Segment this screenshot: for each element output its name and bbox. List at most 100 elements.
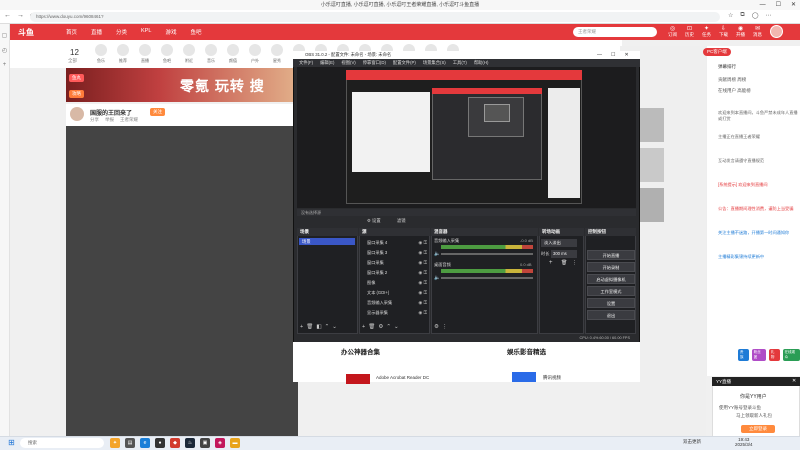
nav-yuba[interactable]: 鱼吧	[190, 28, 201, 36]
source-item[interactable]: 图像 ◉ ⚿	[361, 278, 427, 287]
copilot-icon[interactable]: ✦	[110, 438, 120, 448]
transition-select[interactable]: 淡入淡出	[541, 239, 577, 247]
filter-icon[interactable]: ◧	[316, 324, 321, 330]
source-item[interactable]: 窗口采集 ◉ ⚿	[361, 258, 427, 267]
duration-input[interactable]: 300 ms	[551, 250, 577, 258]
obs-control-button[interactable]: 启动虚拟摄像机	[587, 274, 635, 284]
trash-icon[interactable]: 🗑	[368, 324, 375, 330]
down-icon[interactable]: ⌄	[332, 324, 337, 330]
nav-games[interactable]: 游戏	[165, 28, 176, 36]
more-icon[interactable]: ⋮	[572, 260, 577, 266]
obs-menu-item[interactable]: 配置文件(P)	[393, 59, 416, 67]
category-item[interactable]: 户外	[246, 44, 264, 64]
nav-kpl[interactable]: KPL	[141, 28, 151, 36]
obs-control-button[interactable]: 开始直播	[587, 250, 635, 260]
category-item[interactable]: 颜值	[224, 44, 242, 64]
volume-slider[interactable]	[441, 253, 533, 255]
site-search-input[interactable]: 王者荣耀	[573, 27, 657, 37]
app-icon[interactable]: ◈	[215, 438, 225, 448]
obs-menu-item[interactable]: 工具(T)	[453, 59, 467, 67]
app-icon[interactable]: ◆	[170, 438, 180, 448]
subscribe-icon[interactable]: ◎ 订阅	[668, 25, 677, 38]
obs-control-button[interactable]: 退出	[587, 310, 635, 320]
minimize-button[interactable]: —	[597, 51, 602, 59]
star-icon[interactable]: ☆	[728, 12, 733, 19]
trash-icon[interactable]: 🗑	[306, 324, 313, 330]
add-icon[interactable]: +	[362, 324, 365, 330]
chat-rank-row[interactable]: 贡献周榜 周榜	[718, 77, 746, 83]
folder-icon[interactable]: ▬	[230, 438, 240, 448]
gear-icon[interactable]: ⚙	[434, 324, 439, 330]
visibility-lock-icon[interactable]: ◉ ⚿	[418, 288, 427, 297]
game-tag[interactable]: 王者荣耀	[120, 117, 138, 123]
gear-icon[interactable]: ⚙	[378, 324, 383, 330]
obs-menu-item[interactable]: 场景集合(S)	[423, 59, 446, 67]
down-icon[interactable]: ⌄	[394, 324, 399, 330]
back-icon[interactable]: ←	[4, 12, 11, 20]
obs-menu-item[interactable]: 停靠窗口(D)	[363, 59, 386, 67]
popup-login-button[interactable]: 立即登录	[741, 425, 775, 433]
chat-rank-tab[interactable]: 弹幕排行	[718, 64, 736, 70]
taskbar-clock[interactable]: 19:43 2025/3/4	[735, 437, 753, 447]
extensions-icon[interactable]: ⧉	[740, 12, 744, 19]
category-item[interactable]: 推荐	[114, 44, 132, 64]
close-button[interactable]: ✕	[624, 51, 628, 59]
site-logo[interactable]: 斗鱼	[18, 27, 34, 38]
category-item[interactable]: 直播	[136, 44, 154, 64]
edge-icon[interactable]: e	[140, 438, 150, 448]
download-icon[interactable]: ⇩ 下载	[719, 25, 728, 38]
volume-slider[interactable]	[441, 277, 533, 279]
chat-badge[interactable]: 粉丝团	[751, 349, 766, 361]
obs-control-button[interactable]: 开始录制	[587, 262, 635, 272]
scene-item[interactable]: 场景	[299, 238, 355, 245]
source-item[interactable]: 文本 (GDI+) ◉ ⚿	[361, 288, 427, 297]
video-player[interactable]	[66, 126, 298, 436]
source-item[interactable]: 窗口采集 3 ◉ ⚿	[361, 248, 427, 257]
source-item[interactable]: 显示器采集 ◉ ⚿	[361, 308, 427, 317]
banner-tag[interactable]: 鱼丸	[69, 74, 84, 82]
tray-notice[interactable]: 双击更新	[683, 439, 701, 445]
history-icon[interactable]: ◴	[0, 47, 9, 54]
settings-button[interactable]: ⚙ 设置	[367, 216, 381, 226]
windows-start-icon[interactable]: ⊞	[8, 438, 15, 447]
task-view-icon[interactable]: ▤	[125, 438, 135, 448]
obs-menu-item[interactable]: 视图(V)	[341, 59, 355, 67]
visibility-lock-icon[interactable]: ◉ ⚿	[418, 308, 427, 317]
follow-button[interactable]: 关注	[150, 108, 165, 116]
visibility-lock-icon[interactable]: ◉ ⚿	[418, 258, 427, 267]
streamer-avatar[interactable]	[70, 107, 84, 121]
obs-menu-item[interactable]: 编辑(E)	[320, 59, 334, 67]
app-name[interactable]: 腾讯视频	[543, 375, 561, 381]
obs-control-button[interactable]: 设置	[587, 298, 635, 308]
app-icon[interactable]: ▣	[200, 438, 210, 448]
chat-badge[interactable]: 贵族	[738, 349, 749, 361]
tencent-video-icon[interactable]	[512, 372, 536, 382]
nav-home[interactable]: 首页	[66, 28, 77, 36]
chat-badge[interactable]: 在线观众	[782, 349, 800, 361]
share-link[interactable]: 分享	[90, 117, 99, 123]
tab-icon[interactable]: ▢	[0, 32, 9, 39]
minimize-button[interactable]: —	[760, 0, 766, 10]
category-sub[interactable]: 全部	[68, 58, 77, 64]
up-icon[interactable]: ⌃	[386, 324, 391, 330]
category-item[interactable]: 星秀	[268, 44, 286, 64]
speaker-icon[interactable]: 🔈	[434, 251, 440, 257]
chat-badge[interactable]: 礼物	[768, 349, 780, 361]
close-icon[interactable]: ✕	[792, 377, 796, 386]
visibility-lock-icon[interactable]: ◉ ⚿	[418, 268, 427, 277]
url-input[interactable]: https://www.douyu.com/9608461?	[30, 12, 720, 22]
profile-icon[interactable]: ◯	[752, 12, 759, 19]
close-button[interactable]: ✕	[791, 0, 796, 10]
rec-thumbnail[interactable]	[636, 188, 664, 222]
visibility-lock-icon[interactable]: ◉ ⚿	[418, 238, 427, 247]
source-item[interactable]: 窗口采集 4 ◉ ⚿	[361, 238, 427, 247]
banner-tag[interactable]: 攻略	[69, 90, 84, 98]
trash-icon[interactable]: 🗑	[561, 260, 567, 266]
visibility-lock-icon[interactable]: ◉ ⚿	[418, 248, 427, 257]
menu-icon[interactable]: ⋯	[765, 12, 771, 19]
history-button[interactable]: ⊡ 历史	[685, 25, 694, 38]
taskbar-search[interactable]: 搜索	[20, 438, 104, 448]
speaker-icon[interactable]: 🔈	[434, 275, 440, 281]
source-item[interactable]: 音频输入采集 ◉ ⚿	[361, 298, 427, 307]
nav-live[interactable]: 直播	[91, 28, 102, 36]
